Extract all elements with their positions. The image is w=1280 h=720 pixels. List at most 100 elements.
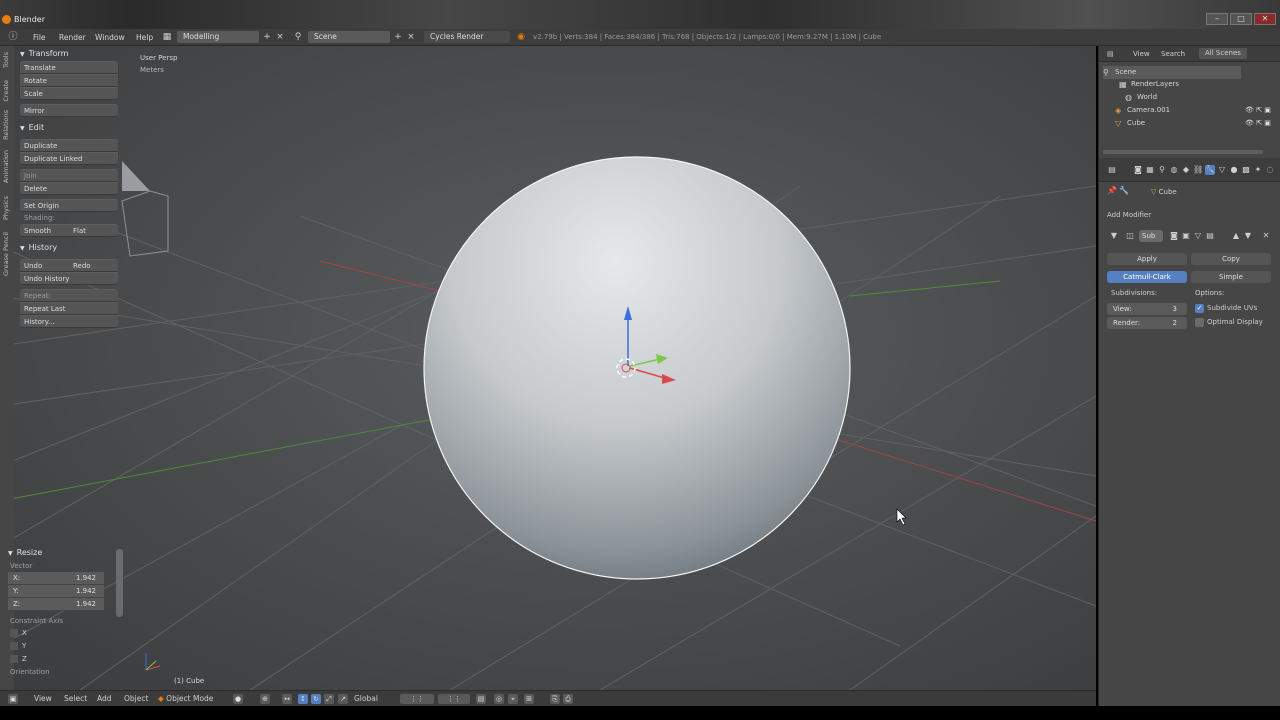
apply-button[interactable]: Apply [1107,253,1187,265]
optimal-display-checkbox[interactable] [1195,318,1204,327]
minimize-button[interactable]: – [1206,13,1228,25]
constraint-x-checkbox[interactable]: X [10,627,116,640]
vector-y-field[interactable]: Y: 1.942 [8,585,104,598]
snap-icon[interactable]: ⌖ [508,694,518,704]
outliner-display-select[interactable]: All Scenes [1199,48,1247,59]
layers-left-icon[interactable]: ⋮⋮ [400,694,434,704]
material-tab-icon[interactable]: ● [1229,165,1239,175]
add-screen-icon[interactable]: + [262,32,272,42]
outliner-item-cube[interactable]: ▽ Cube [1115,117,1145,130]
view-levels-field[interactable]: View: 3 [1107,303,1187,315]
move-up-icon[interactable]: ▲ [1231,231,1241,241]
transform-orientation-select[interactable]: Global [354,694,378,703]
translate-manipulator-icon[interactable]: ↕ [298,694,308,704]
simple-button[interactable]: Simple [1191,271,1271,283]
outliner-editor-icon[interactable]: ▤ [1107,50,1114,58]
snap-element-icon[interactable]: ⊞ [524,694,534,704]
translate-button[interactable]: Translate [20,61,118,74]
manipulator-extra-icon[interactable]: ↗ [338,694,348,704]
tab-tools[interactable]: Tools [2,52,10,68]
modifier-expand-icon[interactable]: ▼ [1109,231,1119,241]
vector-x-field[interactable]: X: 1.942 [8,572,104,585]
scene-field[interactable]: Scene [308,31,390,43]
edit-panel-header[interactable]: ▼ Edit [16,121,126,135]
add-scene-icon[interactable]: + [393,32,403,42]
tab-animation[interactable]: Animation [2,150,10,183]
camera-visibility-icons[interactable]: 👁 ⇱ ▣ [1245,104,1271,117]
info-editor-icon[interactable]: ⓘ [8,32,18,42]
data-tab-icon[interactable]: ▽ [1217,165,1227,175]
add-modifier-button[interactable]: Add Modifier [1107,211,1151,219]
tab-physics[interactable]: Physics [2,196,10,220]
menu-add[interactable]: Add [97,694,112,703]
render-levels-field[interactable]: Render: 2 [1107,317,1187,329]
modifier-name-field[interactable]: Sub [1139,230,1163,242]
vector-z-field[interactable]: Z: 1.942 [8,598,104,611]
undo-button[interactable]: Undo [20,259,69,272]
outliner-item-camera[interactable]: ◈ Camera.001 [1115,104,1170,117]
render-animation-icon[interactable]: ⎙ [563,694,573,704]
tab-relations[interactable]: Relations [2,110,10,140]
history-panel-header[interactable]: ▼ History [16,241,126,255]
menu-select[interactable]: Select [64,694,87,703]
render-tab-icon[interactable]: ◙ [1133,165,1143,175]
outliner-scrollbar[interactable] [1103,150,1263,154]
redo-button[interactable]: Redo [69,259,118,272]
manipulator-toggle-icon[interactable]: ↔ [282,694,292,704]
object-mode-select[interactable]: ◆ Object Mode [158,694,213,703]
constraint-y-checkbox[interactable]: Y [10,640,116,653]
rotate-manipulator-icon[interactable]: ↻ [311,694,321,704]
layer-lock-icon[interactable]: ▤ [476,694,486,704]
remove-modifier-icon[interactable]: ✕ [1261,231,1271,241]
operator-scrollbar[interactable] [116,549,123,617]
scene-icon[interactable]: ⚲ [293,32,303,42]
layers-right-icon[interactable]: ⋮⋮ [438,694,470,704]
modifier-render-icon[interactable]: ◙ [1169,231,1179,241]
texture-tab-icon[interactable]: ▩ [1241,165,1251,175]
menu-object[interactable]: Object [124,694,148,703]
pin-icon[interactable]: 📌 [1107,186,1117,196]
object-tab-icon[interactable]: ◆ [1181,165,1191,175]
transform-panel-header[interactable]: ▼ Transform [16,47,126,61]
scene-tab-icon[interactable]: ⚲ [1157,165,1167,175]
outliner-menu-search[interactable]: Search [1161,50,1185,58]
proportional-edit-icon[interactable]: ◎ [494,694,504,704]
outliner-menu-view[interactable]: View [1133,50,1150,58]
sphere-object[interactable] [423,156,851,580]
remove-scene-icon[interactable]: × [406,32,416,42]
render-opengl-icon[interactable]: ⎘ [550,694,560,704]
render-layers-tab-icon[interactable]: ▦ [1145,165,1155,175]
3d-viewport[interactable]: User Persp Meters (1) Cube [0,46,1096,690]
cube-visibility-icons[interactable]: 👁 ⇱ ▣ [1245,117,1271,130]
duplicate-linked-button[interactable]: Duplicate Linked [20,152,118,165]
menu-file[interactable]: File [33,33,46,42]
operator-panel-header[interactable]: ▼ Resize [4,546,116,560]
constraint-z-checkbox[interactable]: Z [10,653,116,666]
tab-create[interactable]: Create [2,80,10,102]
particles-tab-icon[interactable]: ✦ [1253,165,1263,175]
outliner-item-renderlayers[interactable]: ▦ RenderLayers [1119,78,1179,91]
maximize-button[interactable]: □ [1230,13,1252,25]
world-tab-icon[interactable]: ◍ [1169,165,1179,175]
modifier-viewport-icon[interactable]: ▣ [1181,231,1191,241]
constraints-tab-icon[interactable]: ⛓ [1193,165,1203,175]
mirror-button[interactable]: Mirror [20,104,118,117]
smooth-button[interactable]: Smooth [20,224,69,237]
viewport-shading-icon[interactable]: ● [233,694,243,704]
history-button[interactable]: History... [20,315,118,328]
remove-screen-icon[interactable]: × [275,32,285,42]
undo-history-button[interactable]: Undo History [20,272,118,285]
properties-editor-icon[interactable]: ▤ [1107,165,1117,175]
tab-grease-pencil[interactable]: Grease Pencil [2,232,10,276]
editor-type-icon[interactable]: ▣ [8,694,18,704]
screen-layout-field[interactable]: Modelling [177,31,259,43]
duplicate-button[interactable]: Duplicate [20,139,118,152]
scale-button[interactable]: Scale [20,87,118,100]
screen-layout-icon[interactable]: ▦ [162,32,172,42]
modifiers-tab-icon[interactable]: 🔧 [1205,165,1215,175]
close-button[interactable]: ✕ [1254,13,1276,25]
catmull-clark-button[interactable]: Catmull-Clark [1107,271,1187,283]
flat-button[interactable]: Flat [69,224,118,237]
menu-view[interactable]: View [34,694,52,703]
menu-render[interactable]: Render [59,33,86,42]
